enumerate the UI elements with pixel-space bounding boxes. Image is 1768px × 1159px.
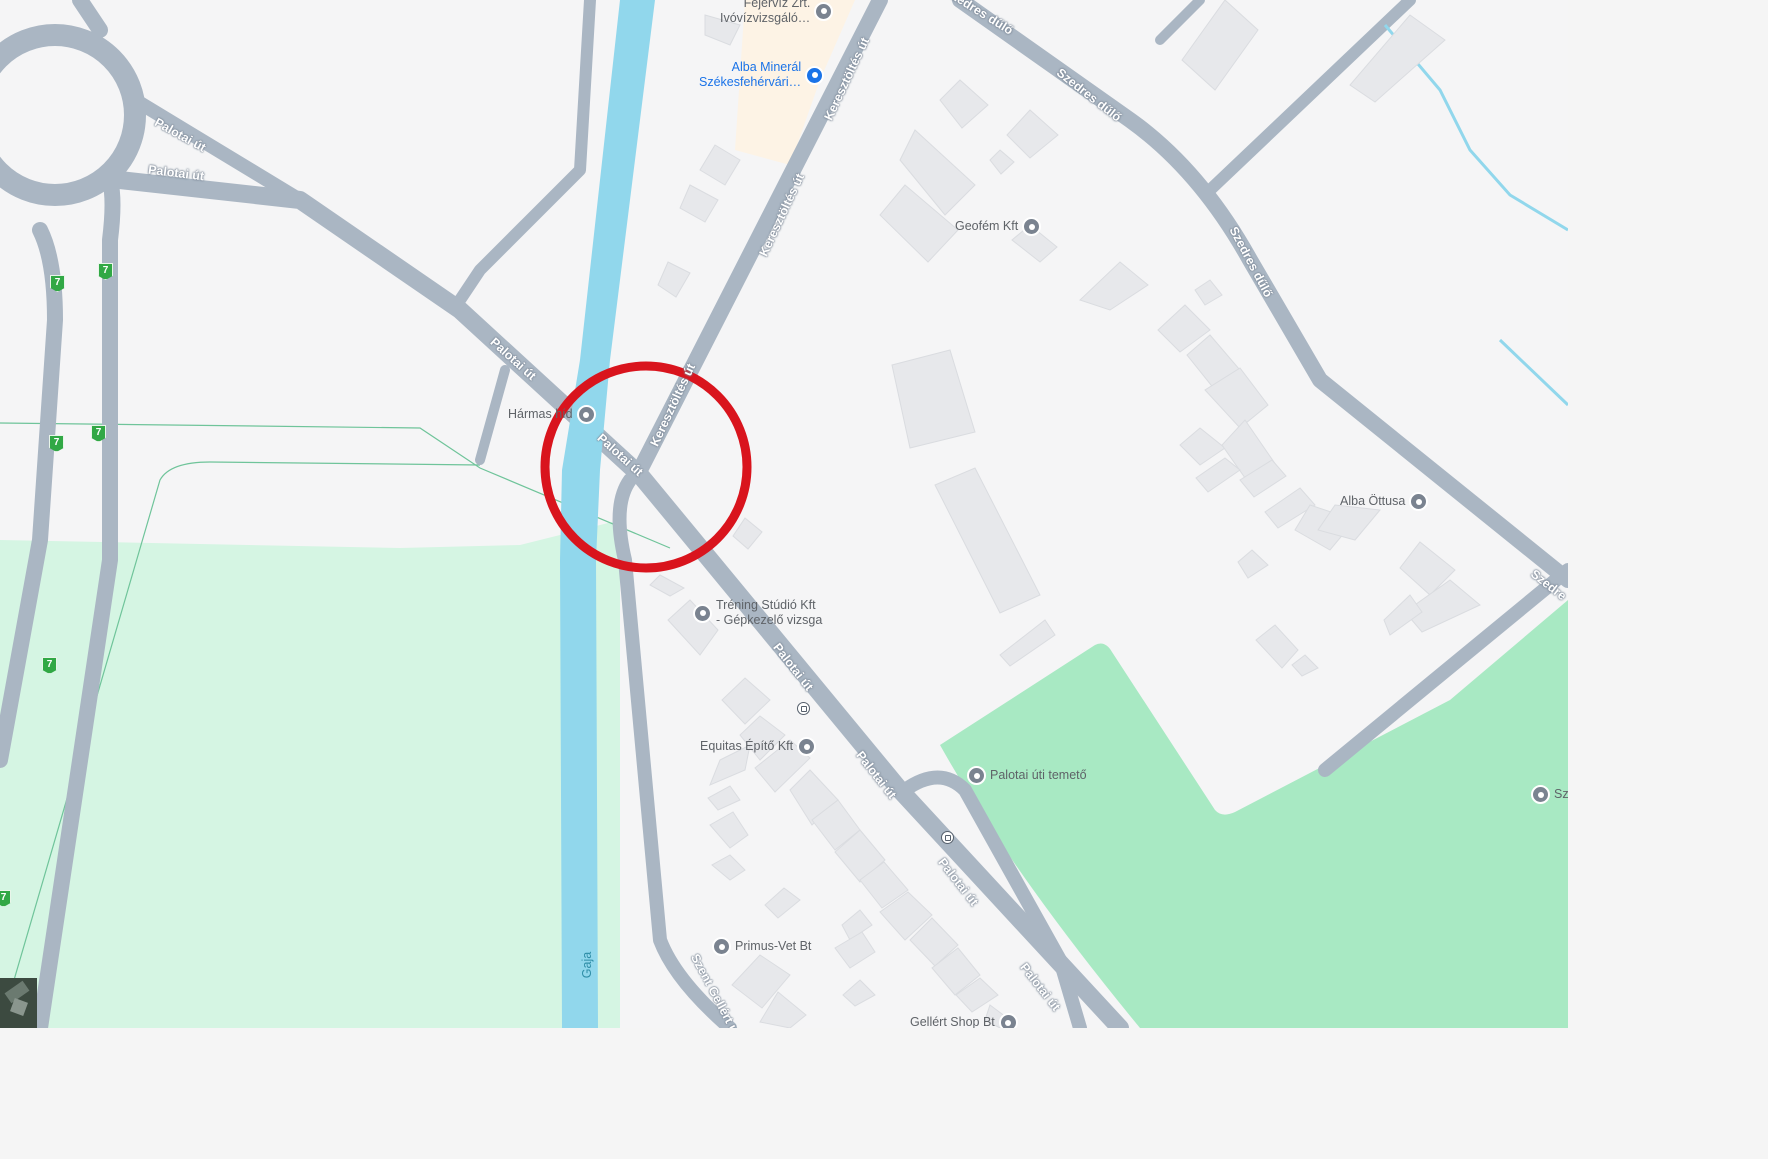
poi-alba-mineral[interactable]: Alba Minerál Székesfehérvári… bbox=[699, 60, 825, 90]
poi-alba-mineral-name: Alba Minerál bbox=[731, 60, 802, 74]
layers-toggle-thumbnail[interactable] bbox=[0, 978, 37, 1028]
place-pin-icon bbox=[712, 937, 731, 956]
poi-harmas-hid[interactable]: Hármas híd bbox=[508, 405, 596, 424]
map-canvas[interactable]: Palotai út Palotai út Palotai út Palotai… bbox=[0, 0, 1568, 1028]
place-pin-icon bbox=[1409, 492, 1429, 511]
place-pin-icon bbox=[998, 1013, 1018, 1028]
bus-stop-icon[interactable] bbox=[797, 702, 810, 715]
poi-geofem[interactable]: Geofém Kft bbox=[955, 217, 1042, 236]
poi-trening-studio[interactable]: Tréning Stúdió Kft - Gépkezelő vizsga bbox=[693, 598, 822, 628]
map-base-layer bbox=[0, 0, 1568, 1028]
cemetery-icon bbox=[967, 766, 986, 785]
poi-alba-ottusa[interactable]: Alba Öttusa bbox=[1340, 492, 1429, 511]
bus-stop-icon[interactable] bbox=[941, 831, 954, 844]
poi-gellert-shop-name: Gellért Shop Bt bbox=[910, 1015, 995, 1028]
poi-primus-name: Primus-Vet Bt bbox=[735, 939, 812, 953]
poi-trening-name: Tréning Stúdió Kft bbox=[716, 598, 816, 612]
cemetery-park bbox=[940, 600, 1568, 1028]
poi-trening-subtitle: - Gépkezelő vizsga bbox=[716, 613, 823, 627]
museum-icon bbox=[814, 1, 834, 21]
school-icon bbox=[693, 603, 712, 623]
river-label-gaja: Gaja bbox=[580, 951, 595, 979]
poi-alba-mineral-subtitle: Székesfehérvári… bbox=[699, 75, 802, 89]
poi-fejerviz-subtitle: Ivóvízvizsgáló… bbox=[720, 11, 811, 25]
place-pin-icon bbox=[1022, 217, 1042, 236]
poi-sz[interactable]: Sz bbox=[1531, 785, 1568, 804]
poi-alba-ottusa-name: Alba Öttusa bbox=[1340, 494, 1406, 508]
poi-primus-vet[interactable]: Primus-Vet Bt bbox=[712, 937, 811, 956]
poi-geofem-name: Geofém Kft bbox=[955, 219, 1019, 233]
cemetery-icon bbox=[1531, 785, 1550, 804]
poi-equitas-name: Equitas Építő Kft bbox=[700, 739, 794, 753]
place-pin-icon bbox=[797, 737, 817, 756]
poi-palotai-temeto[interactable]: Palotai úti temető bbox=[967, 766, 1087, 785]
bridge-icon bbox=[576, 405, 596, 424]
poi-fejerviz-name: Fejérvíz Zrt. bbox=[743, 0, 811, 10]
poi-temeto-name: Palotai úti temető bbox=[990, 768, 1087, 782]
poi-fejerviz[interactable]: Fejérvíz Zrt. Ivóvízvizsgáló… bbox=[720, 0, 834, 26]
shopping-cart-icon bbox=[805, 65, 825, 85]
park-area-west bbox=[0, 520, 620, 1028]
poi-equitas[interactable]: Equitas Építő Kft bbox=[700, 737, 817, 756]
poi-gellert-shop[interactable]: Gellért Shop Bt bbox=[910, 1013, 1018, 1028]
poi-harmas-hid-name: Hármas híd bbox=[508, 407, 573, 421]
poi-sz-name: Sz bbox=[1554, 787, 1568, 801]
